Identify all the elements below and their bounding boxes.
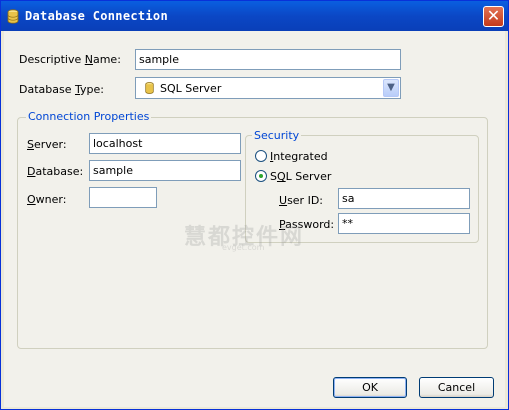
owner-field[interactable] xyxy=(89,187,157,208)
descriptive-name-field[interactable]: sample xyxy=(135,49,401,70)
server-field[interactable]: localhost xyxy=(89,133,241,154)
database-field[interactable]: sample xyxy=(89,160,241,181)
database-icon xyxy=(7,9,19,24)
database-type-label: Database Type: xyxy=(19,83,104,96)
close-button[interactable]: ✕ xyxy=(483,6,504,27)
user-id-field[interactable]: sa xyxy=(338,188,470,209)
integrated-radio[interactable] xyxy=(255,150,267,162)
server-label: Server: xyxy=(27,138,67,151)
database-icon xyxy=(145,82,154,94)
owner-label: Owner: xyxy=(27,193,67,206)
database-label: Database: xyxy=(27,165,84,178)
title-bar[interactable]: Database Connection ✕ xyxy=(1,1,508,31)
database-connection-dialog: Database Connection ✕ Descriptive Name: … xyxy=(0,0,509,410)
sql-server-radio[interactable] xyxy=(255,170,267,182)
database-type-select[interactable]: SQL Server ▼ xyxy=(135,77,401,99)
integrated-label[interactable]: Integrated xyxy=(270,150,328,163)
connection-properties-title: Connection Properties xyxy=(26,110,152,123)
chevron-down-icon[interactable]: ▼ xyxy=(383,79,399,97)
dialog-title: Database Connection xyxy=(25,9,168,23)
password-field[interactable]: ** xyxy=(338,213,470,234)
security-title: Security xyxy=(252,129,302,142)
dialog-body: Descriptive Name: sample Database Type: … xyxy=(4,31,505,407)
user-id-label: User ID: xyxy=(279,194,324,207)
database-type-value: SQL Server xyxy=(160,82,222,95)
sql-server-label[interactable]: SQL Server xyxy=(270,170,331,183)
cancel-button[interactable]: Cancel xyxy=(419,377,494,398)
close-icon: ✕ xyxy=(486,6,501,25)
descriptive-name-label: Descriptive Name: xyxy=(19,53,121,66)
watermark-subtext: evget.com xyxy=(222,243,265,252)
ok-button[interactable]: OK xyxy=(333,377,407,398)
